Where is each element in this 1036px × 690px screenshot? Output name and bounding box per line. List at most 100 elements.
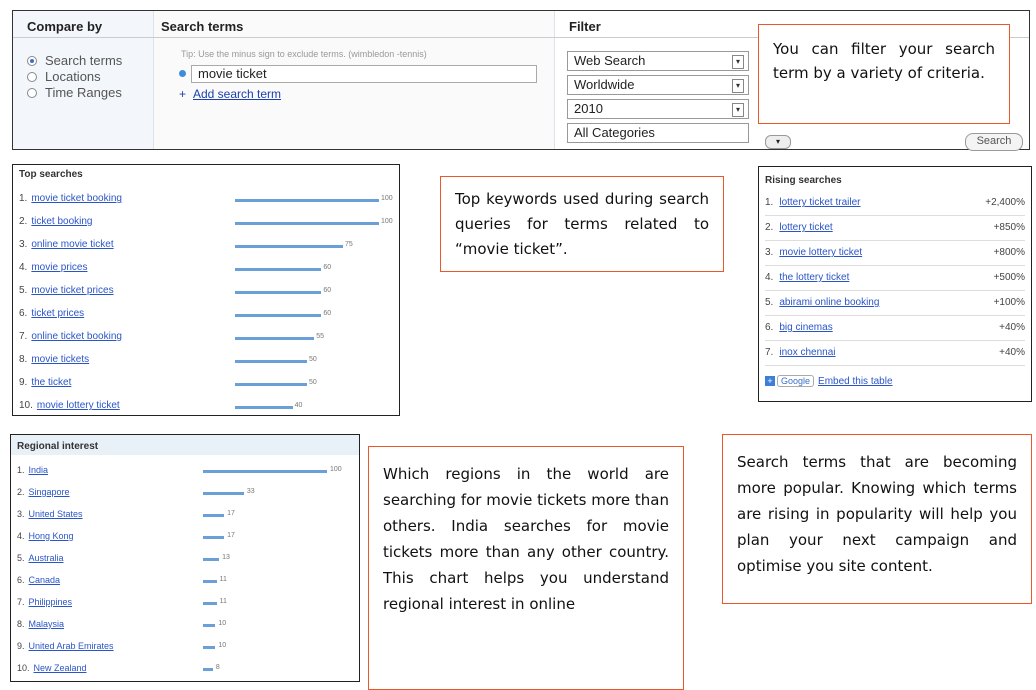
value-label: 55 [316,333,324,340]
search-term-link[interactable]: ticket prices [31,308,84,319]
region-link[interactable]: United Arab Emirates [29,641,114,651]
value-label: 17 [227,532,235,539]
value-label: 100 [381,195,393,202]
region-link[interactable]: India [29,465,49,475]
regional-interest-title: Regional interest [17,441,99,452]
search-term-link[interactable]: lottery ticket [779,222,832,233]
row-divider [765,215,1025,216]
search-term-link[interactable]: movie ticket prices [31,285,113,296]
change-value: +100% [993,297,1025,308]
radio-label: Search terms [45,53,123,68]
region-link[interactable]: United States [29,509,83,519]
select-search-type[interactable]: Web Search ▾ [567,51,749,71]
table-row: 6. big cinemas [765,322,833,333]
add-search-term-link[interactable]: Add search term [193,87,281,101]
value-label: 100 [330,466,342,473]
category-dropdown-icon[interactable]: ▾ [765,135,791,149]
radio-locations[interactable]: Locations [27,69,101,84]
search-term-link[interactable]: abirami online booking [779,297,879,308]
radio-time-ranges[interactable]: Time Ranges [27,85,122,100]
value-label: 100 [381,218,393,225]
search-term-link[interactable]: the ticket [31,377,71,388]
value-bar [203,646,216,649]
region-link[interactable]: Singapore [29,487,70,497]
table-row: 3. United States [17,509,83,519]
value-bar [203,668,213,671]
row-number: 7. [17,597,25,607]
value-label: 11 [219,598,227,605]
select-value: All Categories [574,125,655,140]
table-row: 5. Australia [17,553,64,563]
table-row: 4. movie prices [19,262,87,273]
value-bar [203,514,225,517]
value-bar [203,536,225,539]
region-link[interactable]: Philippines [29,597,73,607]
table-row: 10. New Zealand [17,663,87,673]
value-label: 10 [218,620,227,627]
value-bar [235,337,315,340]
table-row: 7. online ticket booking [19,331,122,342]
region-link[interactable]: Australia [29,553,64,563]
radio-label: Locations [45,69,101,84]
dropdown-arrow-icon[interactable]: ▾ [732,79,744,93]
region-link[interactable]: Canada [29,575,61,585]
search-term-link[interactable]: the lottery ticket [779,272,849,283]
change-value: +850% [993,222,1025,233]
rising-searches-title: Rising searches [765,175,842,186]
region-link[interactable]: Malaysia [29,619,65,629]
note-filter: You can filter your search term by a var… [758,24,1010,124]
add-plus-icon[interactable]: + [179,87,186,101]
dropdown-arrow-icon[interactable]: ▾ [732,55,744,69]
search-button[interactable]: Search [965,133,1023,151]
table-row: 3. online movie ticket [19,239,114,250]
table-row: 1. movie ticket booking [19,193,122,204]
row-number: 10. [17,663,30,673]
select-time[interactable]: 2010 ▾ [567,99,749,119]
search-term-link[interactable]: lottery ticket trailer [779,197,860,208]
plus-icon[interactable]: + [765,376,775,386]
radio-icon[interactable] [27,87,37,98]
search-term-input[interactable]: movie ticket [191,65,537,83]
table-row: 1. lottery ticket trailer [765,197,860,208]
value-bar [235,268,322,271]
row-number: 2. [17,487,25,497]
table-row: 3. movie lottery ticket [765,247,862,258]
row-divider [765,290,1025,291]
radio-icon[interactable] [27,71,37,82]
radio-search-terms[interactable]: Search terms [27,53,122,68]
search-term-link[interactable]: online ticket booking [31,331,122,342]
dropdown-arrow-icon[interactable]: ▾ [732,103,744,117]
table-row: 4. Hong Kong [17,531,74,541]
compare-by-heading: Compare by [27,19,103,34]
change-value: +500% [993,272,1025,283]
select-value: Web Search [574,53,646,68]
value-bar [235,360,307,363]
select-category[interactable]: All Categories [567,123,749,143]
search-term-link[interactable]: movie lottery ticket [779,247,862,258]
embed-table-link[interactable]: Embed this table [818,376,893,387]
search-term-link[interactable]: big cinemas [779,322,832,333]
row-number: 3. [19,239,28,250]
table-row: 6. Canada [17,575,60,585]
row-number: 4. [765,272,774,283]
search-terms-heading: Search terms [161,19,244,34]
search-term-link[interactable]: movie lottery ticket [37,400,120,411]
table-row: 5. abirami online booking [765,297,879,308]
search-term-link[interactable]: inox chennai [779,347,835,358]
search-term-link[interactable]: movie ticket booking [31,193,122,204]
radio-selected-icon[interactable] [27,55,37,66]
value-bar [203,580,217,583]
search-term-link[interactable]: movie prices [31,262,87,273]
value-label: 60 [323,287,332,294]
region-link[interactable]: New Zealand [34,663,87,673]
select-location[interactable]: Worldwide ▾ [567,75,749,95]
change-value: +2,400% [985,197,1025,208]
change-value: +800% [993,247,1025,258]
search-term-link[interactable]: movie tickets [31,354,89,365]
value-bar [235,406,293,409]
search-term-link[interactable]: online movie ticket [31,239,113,250]
region-link[interactable]: Hong Kong [29,531,74,541]
row-number: 4. [17,531,25,541]
search-term-link[interactable]: ticket booking [31,216,92,227]
table-row: 7. Philippines [17,597,72,607]
